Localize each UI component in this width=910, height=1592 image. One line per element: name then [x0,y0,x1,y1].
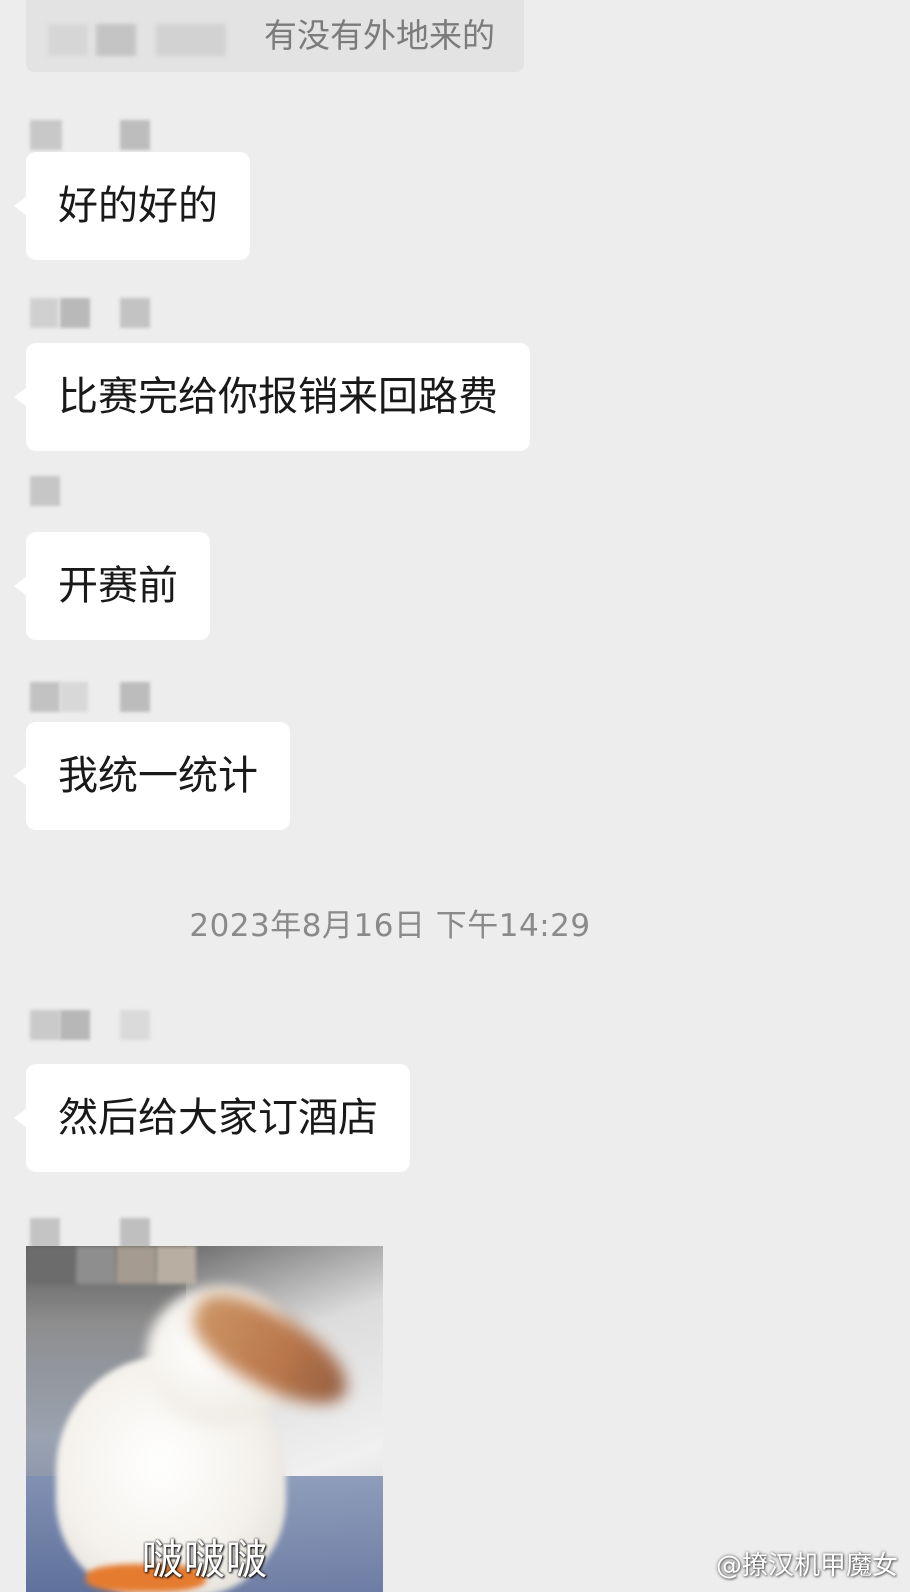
bubble-tail [14,196,27,216]
message-text: 我统一统计 [58,753,258,799]
chat-screen: 有没有外地来的 好的好的 比赛完给你报销来回路费 开赛前 我统一统计 2023年… [0,0,910,1592]
quoted-sender-blur [48,24,88,56]
sender-name-blurred[interactable] [30,298,150,328]
message-text: 然后给大家订酒店 [58,1095,378,1141]
bubble-tail [14,766,27,786]
sticker-blur [116,1246,156,1284]
quoted-sender-blur [156,24,226,56]
sticker-blur [26,1246,76,1284]
message-bubble[interactable]: 好的好的 [14,152,250,260]
sender-name-blurred[interactable] [30,1218,150,1248]
message-bubble[interactable]: 比赛完给你报销来回路费 [14,343,530,451]
sender-name-blurred[interactable] [30,476,70,506]
watermark: @撩汉机甲魔女 [715,1551,898,1581]
sticker-blur [156,1246,196,1284]
sender-name-blurred[interactable] [30,120,150,150]
sender-name-blurred[interactable] [30,1010,150,1040]
message-bubble[interactable]: 开赛前 [14,532,210,640]
sender-name-blurred[interactable] [30,682,150,712]
quoted-sender-blur [96,24,136,56]
message-bubble[interactable]: 我统一统计 [14,722,290,830]
message-text: 比赛完给你报销来回路费 [58,374,498,420]
message-text: 好的好的 [58,183,218,229]
bubble-tail [14,1108,27,1128]
bubble-tail [14,387,27,407]
message-text: 开赛前 [58,563,178,609]
sticker-blur [76,1246,116,1284]
quoted-message-text: 有没有外地来的 [264,16,495,55]
bubble-tail [14,576,27,596]
quoted-message[interactable]: 有没有外地来的 [26,0,524,72]
sticker-caption: 啵啵啵 [141,1535,268,1584]
message-timestamp: 2023年8月16日 下午14:29 [189,908,591,944]
message-bubble[interactable]: 然后给大家订酒店 [14,1064,410,1172]
